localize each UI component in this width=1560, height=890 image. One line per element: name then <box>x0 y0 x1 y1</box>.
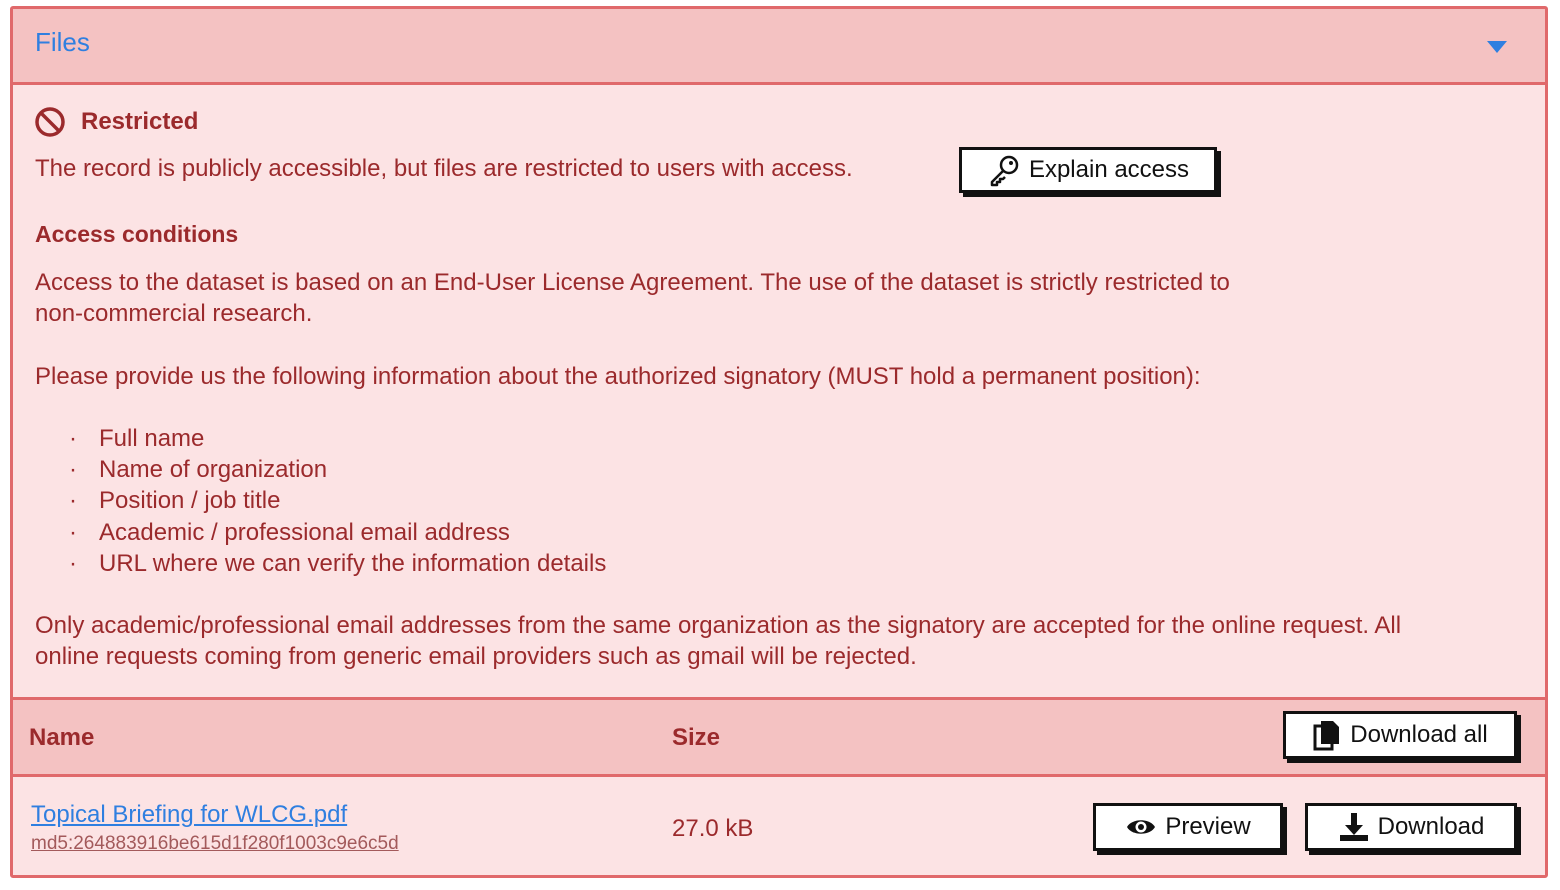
explain-access-label: Explain access <box>1028 156 1190 183</box>
explain-access-button[interactable]: Explain access <box>959 147 1217 193</box>
download-label: Download <box>1377 813 1485 840</box>
files-accordion-header[interactable]: Files <box>13 9 1545 85</box>
column-header-size: Size <box>672 724 721 751</box>
download-all-label: Download all <box>1350 721 1488 748</box>
file-name-link[interactable]: Topical Briefing for WLCG.pdf <box>31 801 347 829</box>
download-all-button[interactable]: Download all <box>1283 711 1517 759</box>
required-info-list: Full name Name of organization Position … <box>69 423 606 579</box>
list-item: Name of organization <box>69 454 606 485</box>
download-button[interactable]: Download <box>1305 803 1517 851</box>
list-item: URL where we can verify the information … <box>69 548 606 579</box>
restricted-label: Restricted <box>81 108 199 135</box>
access-description: The record is publicly accessible, but f… <box>35 155 853 182</box>
files-icon <box>1313 721 1340 751</box>
eye-icon <box>1127 820 1156 834</box>
caret-down-icon[interactable] <box>1487 41 1507 53</box>
access-conditions-title: Access conditions <box>35 221 239 247</box>
conditions-paragraph: Access to the dataset is based on an End… <box>35 269 1230 327</box>
preview-label: Preview <box>1165 813 1251 840</box>
conditions-paragraph: Only academic/professional email address… <box>35 612 1402 670</box>
ban-icon <box>35 107 65 137</box>
conditions-paragraph: Please provide us the following informat… <box>35 363 1201 390</box>
column-header-name: Name <box>29 724 95 751</box>
list-item: Academic / professional email address <box>69 517 606 548</box>
preview-button[interactable]: Preview <box>1093 803 1283 851</box>
restricted-status: Restricted <box>33 105 198 139</box>
download-icon <box>1339 813 1368 841</box>
file-checksum: md5:264883916be615d1f280f1003c9e6c5d <box>31 833 399 854</box>
files-title[interactable]: Files <box>35 27 90 58</box>
file-size: 27.0 kB <box>672 815 754 842</box>
list-item: Position / job title <box>69 485 606 516</box>
list-item: Full name <box>69 423 606 454</box>
files-panel: Files Restricted The record is publicly … <box>10 6 1548 878</box>
key-icon <box>990 155 1019 187</box>
